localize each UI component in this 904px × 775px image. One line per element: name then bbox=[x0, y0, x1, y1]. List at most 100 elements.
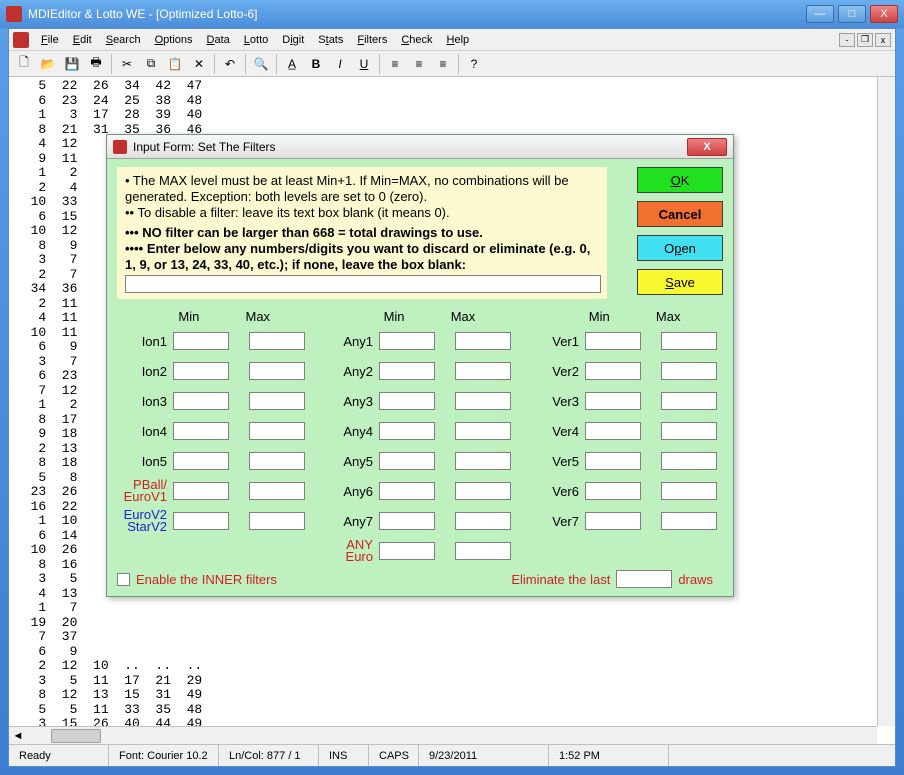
any3-max[interactable] bbox=[455, 392, 511, 410]
any4-max[interactable] bbox=[455, 422, 511, 440]
any7-max[interactable] bbox=[455, 512, 511, 530]
open-button[interactable]: Open bbox=[637, 235, 723, 261]
anyeuro-max[interactable] bbox=[455, 542, 511, 560]
find-icon[interactable]: 🔍 bbox=[250, 53, 272, 75]
close-button[interactable]: X bbox=[870, 5, 898, 23]
horizontal-scrollbar[interactable]: ◄ bbox=[9, 726, 877, 744]
filter-row: Ion1Any1Ver1 bbox=[117, 330, 723, 352]
ver6-max[interactable] bbox=[661, 482, 717, 500]
menu-data[interactable]: Data bbox=[201, 32, 236, 48]
eliminate-last-input[interactable] bbox=[616, 570, 672, 588]
ion2-min[interactable] bbox=[173, 362, 229, 380]
ion2-max[interactable] bbox=[249, 362, 305, 380]
save-button[interactable]: Save bbox=[637, 269, 723, 295]
dialog-titlebar[interactable]: Input Form: Set The Filters X bbox=[107, 135, 733, 159]
ver1-max[interactable] bbox=[661, 332, 717, 350]
delete-icon[interactable]: ✕ bbox=[188, 53, 210, 75]
any5-max[interactable] bbox=[455, 452, 511, 470]
font-icon[interactable]: A̲ bbox=[281, 53, 303, 75]
help-icon[interactable]: ? bbox=[463, 53, 485, 75]
cancel-button[interactable]: Cancel bbox=[637, 201, 723, 227]
ver1-min[interactable] bbox=[585, 332, 641, 350]
menu-stats[interactable]: Stats bbox=[312, 32, 349, 48]
ver2-label: Ver2 bbox=[537, 364, 585, 379]
app-icon bbox=[6, 6, 22, 22]
underline-icon[interactable]: U bbox=[353, 53, 375, 75]
any2-max[interactable] bbox=[455, 362, 511, 380]
ion4-min[interactable] bbox=[173, 422, 229, 440]
cut-icon[interactable]: ✂ bbox=[116, 53, 138, 75]
ver4-min[interactable] bbox=[585, 422, 641, 440]
menu-lotto[interactable]: Lotto bbox=[238, 32, 274, 48]
align-center-icon[interactable]: ≡ bbox=[408, 53, 430, 75]
print-icon[interactable]: 🖶 bbox=[85, 53, 107, 75]
dialog-close-button[interactable]: X bbox=[687, 138, 727, 156]
maximize-button[interactable]: □ bbox=[838, 5, 866, 23]
italic-icon[interactable]: I bbox=[329, 53, 351, 75]
mdi-restore[interactable]: ❐ bbox=[857, 33, 873, 47]
eurov2-max[interactable] bbox=[249, 512, 305, 530]
ok-button[interactable]: OK bbox=[637, 167, 723, 193]
ver7-max[interactable] bbox=[661, 512, 717, 530]
menu-help[interactable]: Help bbox=[441, 32, 476, 48]
any6-min[interactable] bbox=[379, 482, 435, 500]
minimize-button[interactable]: — bbox=[806, 5, 834, 23]
ver6-min[interactable] bbox=[585, 482, 641, 500]
vertical-scrollbar[interactable] bbox=[877, 77, 895, 726]
statusbar: Ready Font: Courier 10.2 Ln/Col: 877 / 1… bbox=[9, 744, 895, 766]
menu-check[interactable]: Check bbox=[395, 32, 438, 48]
menu-search[interactable]: Search bbox=[100, 32, 147, 48]
ion5-min[interactable] bbox=[173, 452, 229, 470]
menu-edit[interactable]: Edit bbox=[67, 32, 98, 48]
menu-file[interactable]: File bbox=[35, 32, 65, 48]
any6-max[interactable] bbox=[455, 482, 511, 500]
eurov2-min[interactable] bbox=[173, 512, 229, 530]
ver3-max[interactable] bbox=[661, 392, 717, 410]
ver7-min[interactable] bbox=[585, 512, 641, 530]
pball-max[interactable] bbox=[249, 482, 305, 500]
new-icon[interactable]: 🗋 bbox=[13, 53, 35, 75]
instruction-1: • The MAX level must be at least Min+1. … bbox=[125, 173, 599, 205]
pball-min[interactable] bbox=[173, 482, 229, 500]
filter-row: EuroV2StarV2Any7Ver7 bbox=[117, 510, 723, 532]
menu-filters[interactable]: Filters bbox=[351, 32, 393, 48]
ion5-max[interactable] bbox=[249, 452, 305, 470]
save-icon[interactable]: 💾 bbox=[61, 53, 83, 75]
any7-min[interactable] bbox=[379, 512, 435, 530]
ver2-min[interactable] bbox=[585, 362, 641, 380]
ver5-min[interactable] bbox=[585, 452, 641, 470]
ion5: Ion5 bbox=[117, 454, 173, 469]
any5-min[interactable] bbox=[379, 452, 435, 470]
open-icon[interactable]: 📂 bbox=[37, 53, 59, 75]
any2-min[interactable] bbox=[379, 362, 435, 380]
bold-icon[interactable]: B bbox=[305, 53, 327, 75]
mdi-minimize[interactable]: - bbox=[839, 33, 855, 47]
copy-icon[interactable]: ⧉ bbox=[140, 53, 162, 75]
menu-digit[interactable]: Digit bbox=[276, 32, 310, 48]
align-right-icon[interactable]: ≡ bbox=[432, 53, 454, 75]
ion1-max[interactable] bbox=[249, 332, 305, 350]
ion3-min[interactable] bbox=[173, 392, 229, 410]
ver5-max[interactable] bbox=[661, 452, 717, 470]
discard-input[interactable] bbox=[125, 275, 601, 293]
ion3-max[interactable] bbox=[249, 392, 305, 410]
ver4-max[interactable] bbox=[661, 422, 717, 440]
ion4-max[interactable] bbox=[249, 422, 305, 440]
paste-icon[interactable]: 📋 bbox=[164, 53, 186, 75]
enable-inner-checkbox[interactable] bbox=[117, 573, 130, 586]
ver3-min[interactable] bbox=[585, 392, 641, 410]
undo-icon[interactable]: ↶ bbox=[219, 53, 241, 75]
enable-inner-label: Enable the INNER filters bbox=[136, 572, 277, 587]
menu-options[interactable]: Options bbox=[149, 32, 199, 48]
hscroll-thumb[interactable] bbox=[51, 729, 101, 743]
anyeuro-min[interactable] bbox=[379, 542, 435, 560]
any1-min[interactable] bbox=[379, 332, 435, 350]
any1-max[interactable] bbox=[455, 332, 511, 350]
ver2-max[interactable] bbox=[661, 362, 717, 380]
mdi-close[interactable]: x bbox=[875, 33, 891, 47]
any4-min[interactable] bbox=[379, 422, 435, 440]
ion1-min[interactable] bbox=[173, 332, 229, 350]
ver3-label: Ver3 bbox=[537, 394, 585, 409]
any3-min[interactable] bbox=[379, 392, 435, 410]
align-left-icon[interactable]: ≡ bbox=[384, 53, 406, 75]
